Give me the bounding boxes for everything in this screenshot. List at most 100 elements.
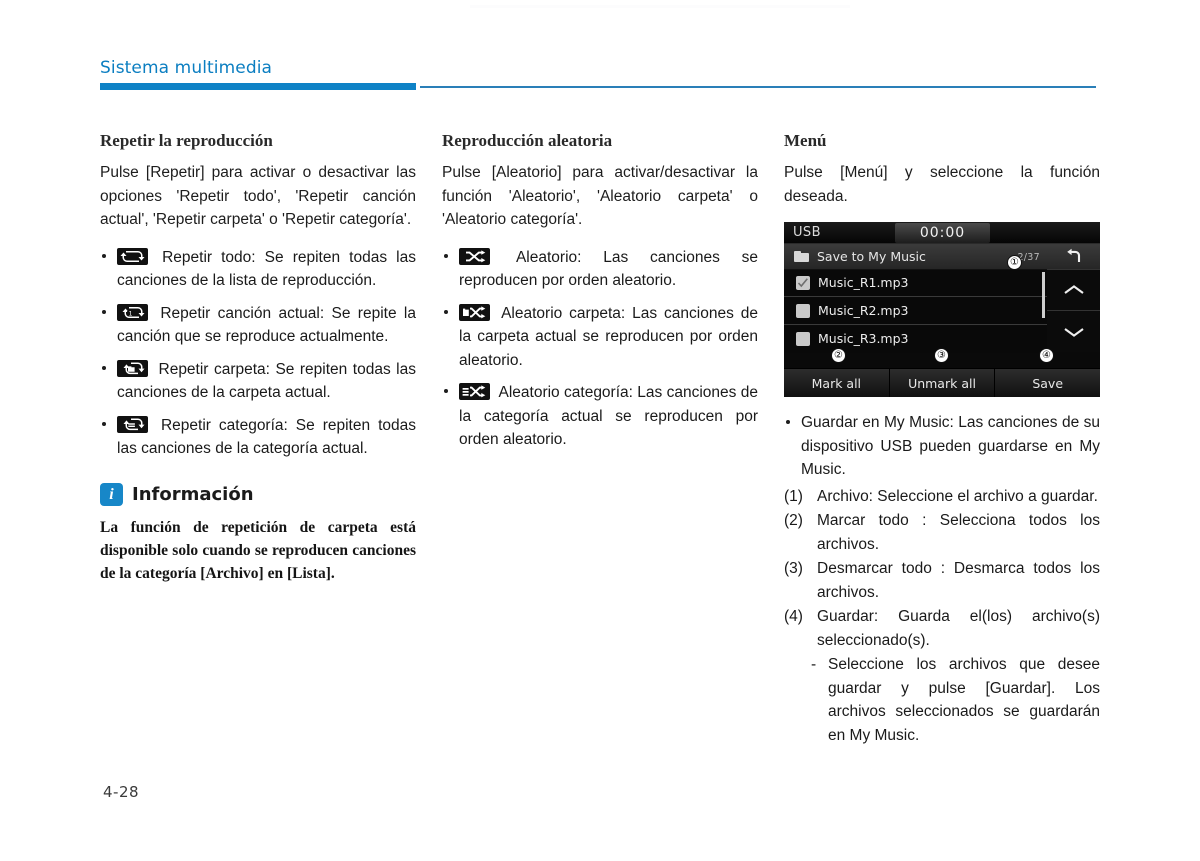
column-repeat: Repetir la reproducción Pulse [Repetir] … [100, 130, 416, 585]
repeat-options-list: Repetir todo: Se repiten todas las canci… [100, 246, 416, 461]
information-note-title: Información [132, 483, 254, 505]
shuffle-all-icon [459, 247, 490, 265]
repeat-category-icon [117, 415, 148, 433]
header-rule-thin [420, 86, 1096, 88]
list-item-text: Guardar: Guarda el(los) archivo(s) selec… [817, 608, 1100, 649]
list-item: (1) Archivo: Seleccione el archivo a gua… [784, 485, 1100, 509]
device-screenshot-mock: USB 00:00 Save to My Music 2/37 Music_R1… [784, 222, 1100, 397]
checkbox-checked[interactable] [796, 276, 810, 290]
unmark-all-button[interactable]: Unmark all [890, 369, 996, 397]
list-item-text: Seleccione los archivos que desee guarda… [828, 656, 1100, 744]
list-item-text: Repetir todo: Se repiten todas las canci… [117, 248, 416, 290]
shuffle-category-icon [459, 383, 490, 400]
column-menu: Menú Pulse [Menú] y seleccione la funció… [784, 130, 1100, 747]
bullet-dot [102, 309, 106, 314]
list-marker: - [811, 656, 817, 673]
menu-numbered-list: (1) Archivo: Seleccione el archivo a gua… [784, 485, 1100, 653]
section-title-shuffle: Reproducción aleatoria [442, 131, 613, 150]
callout-4: ④ [1039, 348, 1054, 363]
list-item-text: Marcar todo : Selecciona todos los archi… [817, 512, 1100, 553]
device-clock-frame: 00:00 [895, 223, 990, 243]
column-shuffle: Reproducción aleatoria Pulse [Aleatorio]… [442, 130, 758, 461]
repeat-intro-text: Pulse [Repetir] para activar o desactiva… [100, 164, 416, 228]
list-marker: (4) [784, 608, 803, 625]
save-button[interactable]: Save [995, 369, 1100, 397]
list-item-text: Aleatorio categoría: Las canciones de la… [459, 384, 758, 448]
folder-icon [794, 251, 809, 262]
section-title-repeat: Repetir la reproducción [100, 131, 273, 150]
bullet-dot [102, 421, 106, 426]
scroll-down-button[interactable] [1047, 311, 1100, 352]
menu-bullet-list: Guardar en My Music: Las canciones de su… [784, 411, 1100, 482]
list-item: Repetir categoría: Se repiten todas las … [100, 414, 416, 461]
list-item-text: Repetir carpeta: Se repiten todas las ca… [117, 360, 416, 402]
mark-all-button[interactable]: Mark all [784, 369, 890, 397]
list-item-text: Desmarcar todo : Desmarca todos los arch… [817, 560, 1100, 601]
chapter-title: Sistema multimedia [100, 58, 273, 78]
list-item-text: Repetir canción actual: Se repite la can… [117, 304, 416, 346]
information-note: i Información La función de repetición d… [100, 482, 416, 585]
list-item: Aleatorio categoría: Las canciones de la… [442, 381, 758, 452]
list-marker: (2) [784, 512, 803, 529]
device-scrollbar[interactable] [1042, 272, 1045, 318]
information-icon: i [100, 482, 123, 506]
repeat-all-icon [117, 247, 148, 265]
checkbox-unchecked[interactable] [796, 332, 810, 346]
device-side-pane [1047, 244, 1100, 352]
list-item: 1 Repetir canción actual: Se repite la c… [100, 302, 416, 349]
callout-3: ③ [934, 348, 949, 363]
list-item-text: Aleatorio carpeta: Las canciones de la c… [459, 304, 758, 369]
section-title-menu: Menú [784, 131, 827, 150]
device-file-name: Music_R2.mp3 [818, 303, 909, 318]
back-button[interactable] [1047, 244, 1100, 270]
callout-1: ① [1007, 255, 1022, 270]
bullet-dot [444, 309, 448, 314]
bullet-dot [444, 253, 448, 258]
menu-intro-text: Pulse [Menú] y seleccione la función des… [784, 164, 1100, 205]
bullet-dot [102, 365, 106, 370]
repeat-one-icon: 1 [117, 303, 148, 321]
list-item: Aleatorio carpeta: Las canciones de la c… [442, 302, 758, 373]
device-list-row[interactable]: Music_R2.mp3 [784, 298, 1047, 325]
list-item-text: Aleatorio: Las canciones se reproducen p… [459, 248, 758, 290]
list-item-text: Guardar en My Music: Las canciones de su… [801, 414, 1100, 478]
bullet-dot [444, 389, 448, 393]
scroll-up-button[interactable] [1047, 270, 1100, 311]
checkbox-unchecked[interactable] [796, 304, 810, 318]
device-bottom-bar: Mark all Unmark all Save [784, 368, 1100, 397]
device-top-bar: USB 00:00 [784, 222, 1100, 244]
information-note-header: i Información [100, 482, 416, 506]
svg-text:1: 1 [129, 310, 133, 317]
list-item: (3) Desmarcar todo : Desmarca todos los … [784, 557, 1100, 604]
device-folder-title: Save to My Music [817, 249, 926, 264]
shuffle-folder-icon [459, 303, 490, 321]
back-arrow-icon [1066, 248, 1080, 262]
shuffle-options-list: Aleatorio: Las canciones se reproducen p… [442, 246, 758, 452]
list-item-text: Repetir categoría: Se repiten todas las … [117, 416, 416, 458]
device-clock: 00:00 [919, 225, 966, 241]
scan-artifact [470, 5, 850, 8]
device-list-row[interactable]: Music_R1.mp3 [784, 270, 1047, 297]
device-list-row[interactable]: Music_R3.mp3 [784, 326, 1047, 353]
list-item: Repetir carpeta: Se repiten todas las ca… [100, 358, 416, 405]
device-source-label: USB [793, 225, 821, 240]
list-item: Guardar en My Music: Las canciones de su… [784, 411, 1100, 482]
chevron-up-icon [1063, 285, 1084, 294]
repeat-folder-icon [117, 359, 148, 377]
header-rule-thick [100, 83, 416, 90]
list-item-text: Archivo: Seleccione el archivo a guardar… [817, 487, 1098, 505]
chevron-down-icon [1063, 327, 1084, 337]
body-columns: Repetir la reproducción Pulse [Repetir] … [100, 130, 1100, 750]
list-item: Repetir todo: Se repiten todas las canci… [100, 246, 416, 293]
list-marker: (1) [784, 487, 803, 505]
bullet-dot [102, 253, 106, 258]
page-number: 4-28 [103, 783, 140, 801]
bullet-dot [786, 420, 790, 424]
callout-2: ② [831, 348, 846, 363]
device-file-name: Music_R3.mp3 [818, 331, 909, 346]
menu-sub-note: - Seleccione los archivos que desee guar… [784, 653, 1100, 747]
shuffle-intro-text: Pulse [Aleatorio] para activar/desactiva… [442, 164, 758, 228]
list-item: (4) Guardar: Guarda el(los) archivo(s) s… [784, 605, 1100, 652]
list-marker: (3) [784, 560, 803, 577]
list-item: (2) Marcar todo : Selecciona todos los a… [784, 509, 1100, 556]
